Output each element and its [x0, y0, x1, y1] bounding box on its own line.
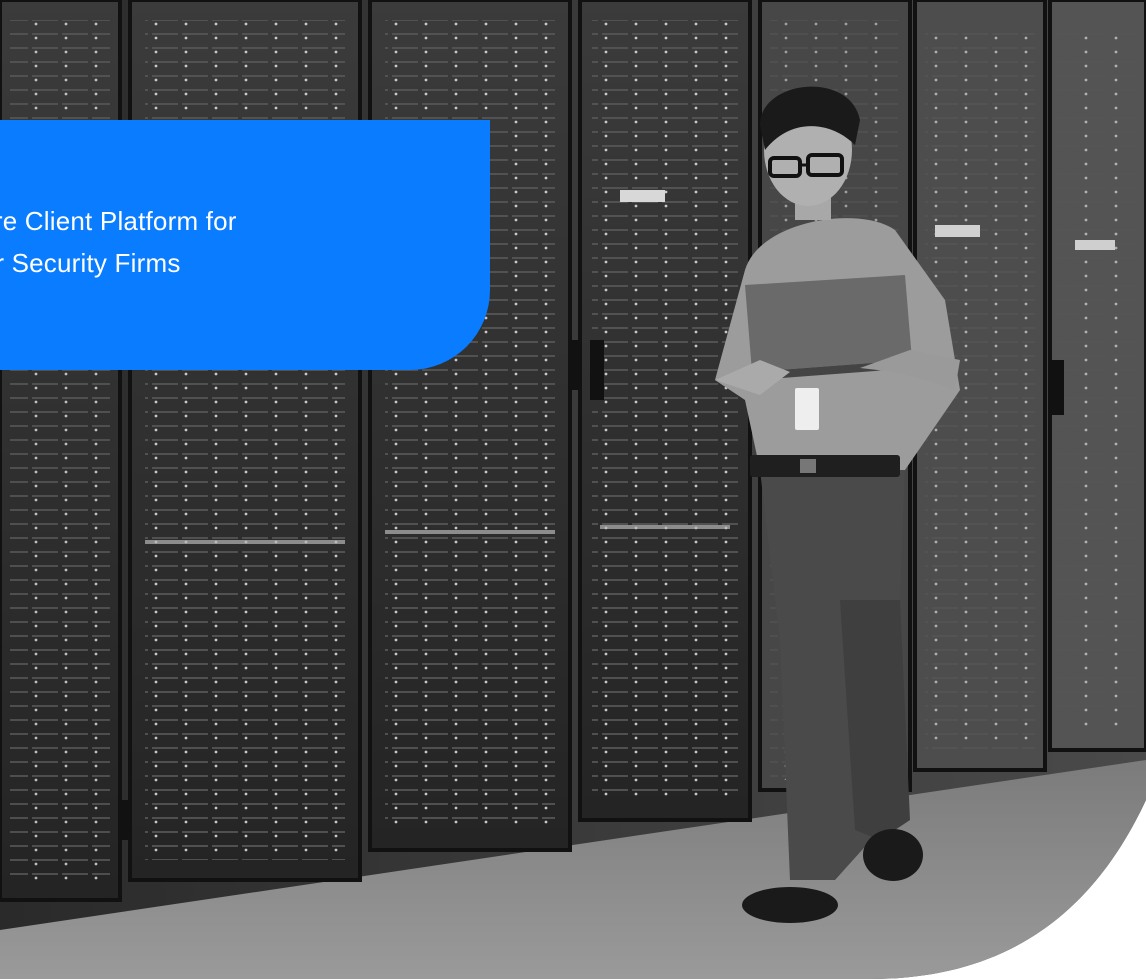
hero-caption-card: cure Client Platform for ber Security Fi… — [0, 120, 490, 370]
hero-caption-line-1: cure Client Platform for — [0, 206, 237, 236]
hero-section: cure Client Platform for ber Security Fi… — [0, 0, 1146, 979]
hero-caption: cure Client Platform for ber Security Fi… — [0, 200, 237, 284]
hero-caption-line-2: ber Security Firms — [0, 248, 181, 278]
